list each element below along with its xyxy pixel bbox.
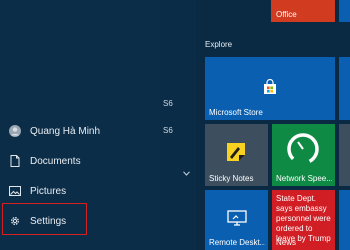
tile-news-label: News	[276, 238, 297, 247]
sticky-note-icon	[226, 142, 246, 164]
tile-sticky-notes[interactable]: Sticky Notes	[205, 124, 268, 186]
app-list-fragment: S6	[163, 99, 173, 108]
nav-pictures-label: Pictures	[30, 185, 67, 197]
news-headline: State Dept. says embassy personnel were …	[276, 194, 331, 243]
speedometer-icon	[286, 132, 320, 168]
tile-office-label: Office	[276, 10, 297, 19]
tile-network-speed-test[interactable]: Network Spee...	[272, 124, 335, 186]
tile-microsoft-store-label: Microsoft Store	[209, 108, 263, 117]
tile-network-speed-test-label: Network Spee...	[276, 174, 332, 183]
pictures-icon	[0, 186, 30, 196]
nav-pictures[interactable]: Pictures	[0, 176, 160, 206]
user-avatar	[0, 125, 30, 137]
tile-partial[interactable]	[339, 0, 350, 22]
app-list-fragment: S6	[163, 126, 173, 135]
document-icon	[0, 155, 30, 167]
store-bag-icon	[262, 78, 278, 97]
chevron-down-icon[interactable]	[183, 163, 190, 181]
remote-desktop-icon	[227, 210, 247, 228]
tile-news[interactable]: State Dept. says embassy personnel were …	[272, 190, 335, 250]
tile-partial[interactable]	[339, 190, 350, 250]
user-name: Quang Hà Minh	[30, 125, 101, 137]
tile-office[interactable]: Office	[271, 0, 335, 22]
tile-partial[interactable]	[339, 57, 350, 120]
tile-sticky-notes-label: Sticky Notes	[209, 174, 254, 183]
tile-remote-desktop-label: Remote Deskt...	[209, 238, 265, 247]
user-account-item[interactable]: Quang Hà Minh	[0, 116, 160, 146]
group-label: Explore	[205, 40, 233, 49]
tile-microsoft-store[interactable]: Microsoft Store	[205, 57, 335, 120]
nav-documents[interactable]: Documents	[0, 146, 160, 176]
tile-partial[interactable]	[339, 124, 350, 186]
start-menu-app-list	[160, 0, 196, 250]
tile-remote-desktop[interactable]: Remote Deskt...	[205, 190, 268, 250]
nav-documents-label: Documents	[30, 155, 81, 167]
settings-selection-highlight	[2, 203, 87, 235]
